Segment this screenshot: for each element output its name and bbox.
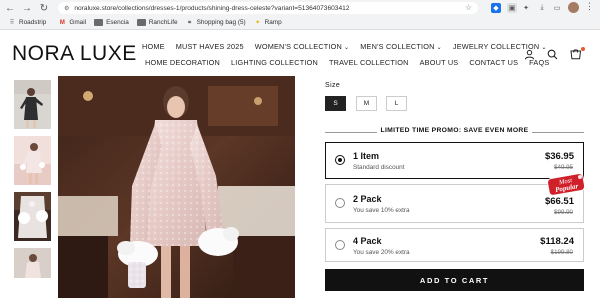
search-icon[interactable] bbox=[547, 49, 558, 63]
cart-count-badge bbox=[581, 47, 585, 51]
nav-about-us[interactable]: ABOUT US bbox=[420, 58, 459, 67]
profile-avatar[interactable] bbox=[568, 2, 579, 13]
bundle-subtitle: You save 20% extra bbox=[353, 249, 410, 256]
size-label: Size bbox=[325, 82, 341, 89]
size-option-s[interactable]: S bbox=[325, 96, 346, 111]
nav-womens-collection[interactable]: WOMEN'S COLLECTION ⌄ bbox=[255, 42, 350, 51]
gmail-icon: M bbox=[59, 19, 65, 26]
bundle-price: $118.24 bbox=[540, 236, 574, 247]
chevron-down-icon: ⌄ bbox=[436, 45, 442, 51]
bundle-option-4-pack[interactable]: 4 Pack You save 20% extra $118.24 $199.8… bbox=[325, 228, 584, 262]
site-info-icon[interactable]: ⚙ bbox=[64, 5, 69, 12]
nav-home-decoration[interactable]: HOME DECORATION bbox=[145, 58, 220, 67]
bookmark-gmail[interactable]: M Gmail bbox=[58, 19, 86, 27]
address-bar[interactable]: ⚙ noraluxe.store/collections/dresses-1/p… bbox=[58, 2, 478, 14]
bundle-title: 1 Item bbox=[353, 151, 380, 161]
shopping-bag-icon: ≈ bbox=[187, 19, 192, 26]
promo-banner: LIMITED TIME PROMO: SAVE EVEN MORE bbox=[325, 127, 584, 137]
bundle-subtitle: Standard discount bbox=[353, 164, 405, 171]
radio-unselected[interactable] bbox=[335, 198, 345, 208]
chevron-down-icon: ⌄ bbox=[344, 45, 350, 51]
product-thumbnail[interactable] bbox=[14, 248, 51, 278]
bookmark-roadstrip[interactable]: ⠿ Roadstrip bbox=[8, 19, 47, 27]
nav-must-haves[interactable]: MUST HAVES 2025 bbox=[176, 42, 244, 51]
grid-icon: ⠿ bbox=[9, 20, 15, 26]
main-nav-row1: HOME MUST HAVES 2025 WOMEN'S COLLECTION ⌄… bbox=[142, 42, 547, 51]
bundle-subtitle: You save 10% extra bbox=[353, 207, 410, 214]
puzzle-icon[interactable]: ✦ bbox=[521, 3, 531, 13]
bundle-old-price: $99.90 bbox=[554, 209, 573, 216]
bookmarks-bar: ⠿ Roadstrip M Gmail Esencia RanchLife ≈ … bbox=[0, 16, 600, 30]
extension-icon[interactable]: ▣ bbox=[507, 3, 517, 13]
chevron-down-icon: ⌄ bbox=[541, 45, 547, 51]
account-icon[interactable] bbox=[524, 49, 535, 63]
nav-travel-collection[interactable]: TRAVEL COLLECTION bbox=[329, 58, 409, 67]
bundle-price: $36.95 bbox=[544, 151, 574, 162]
bundle-old-price: $49.95 bbox=[554, 164, 573, 171]
product-thumbnail[interactable] bbox=[14, 136, 51, 185]
bundle-title: 4 Pack bbox=[353, 236, 382, 246]
extension-icon[interactable]: ◆ bbox=[491, 3, 501, 13]
radio-selected[interactable] bbox=[335, 155, 345, 165]
size-option-l[interactable]: L bbox=[386, 96, 407, 111]
nav-home[interactable]: HOME bbox=[142, 42, 165, 51]
url-text: noraluxe.store/collections/dresses-1/pro… bbox=[74, 4, 350, 12]
bookmark-ranchlife[interactable]: RanchLife bbox=[136, 19, 178, 26]
folder-icon bbox=[94, 19, 104, 26]
bundle-price: $66.51 bbox=[544, 196, 574, 207]
bookmark-esencia[interactable]: Esencia bbox=[94, 19, 129, 26]
most-popular-badge: Most Popular bbox=[545, 171, 587, 197]
browser-menu-icon[interactable]: ⋮ bbox=[585, 1, 594, 12]
nav-mens-collection[interactable]: MEN'S COLLECTION ⌄ bbox=[360, 42, 442, 51]
bundle-title: 2 Pack bbox=[353, 194, 382, 204]
product-main-image[interactable] bbox=[58, 76, 295, 298]
reload-icon[interactable]: ↻ bbox=[37, 1, 51, 15]
forward-icon[interactable]: → bbox=[20, 1, 34, 15]
cart-icon[interactable] bbox=[570, 49, 582, 63]
product-thumbnail[interactable] bbox=[14, 80, 51, 129]
back-icon[interactable]: ← bbox=[3, 1, 17, 15]
folder-icon bbox=[136, 19, 146, 26]
radio-unselected[interactable] bbox=[335, 240, 345, 250]
product-thumbnail[interactable] bbox=[14, 192, 51, 241]
nav-lighting-collection[interactable]: LIGHTING COLLECTION bbox=[231, 58, 318, 67]
nav-contact-us[interactable]: CONTACT US bbox=[469, 58, 518, 67]
tab-search-icon[interactable]: ▭ bbox=[552, 3, 562, 13]
bundle-old-price: $199.80 bbox=[550, 249, 573, 256]
bookmark-shopping-bag[interactable]: ≈ Shopping bag (5) bbox=[186, 19, 246, 27]
ramp-icon: ✦ bbox=[255, 20, 261, 26]
site-logo[interactable]: NORA LUXE bbox=[12, 42, 137, 66]
promo-text: LIMITED TIME PROMO: SAVE EVEN MORE bbox=[376, 127, 533, 134]
add-to-cart-button[interactable]: ADD TO CART bbox=[325, 269, 584, 291]
bookmark-star-icon[interactable]: ☆ bbox=[465, 3, 472, 12]
main-nav-row2: HOME DECORATION LIGHTING COLLECTION TRAV… bbox=[145, 58, 549, 67]
download-icon[interactable]: ⤓ bbox=[537, 3, 547, 13]
bookmark-ramp[interactable]: ✦ Ramp bbox=[254, 19, 282, 27]
size-option-m[interactable]: M bbox=[356, 96, 377, 111]
